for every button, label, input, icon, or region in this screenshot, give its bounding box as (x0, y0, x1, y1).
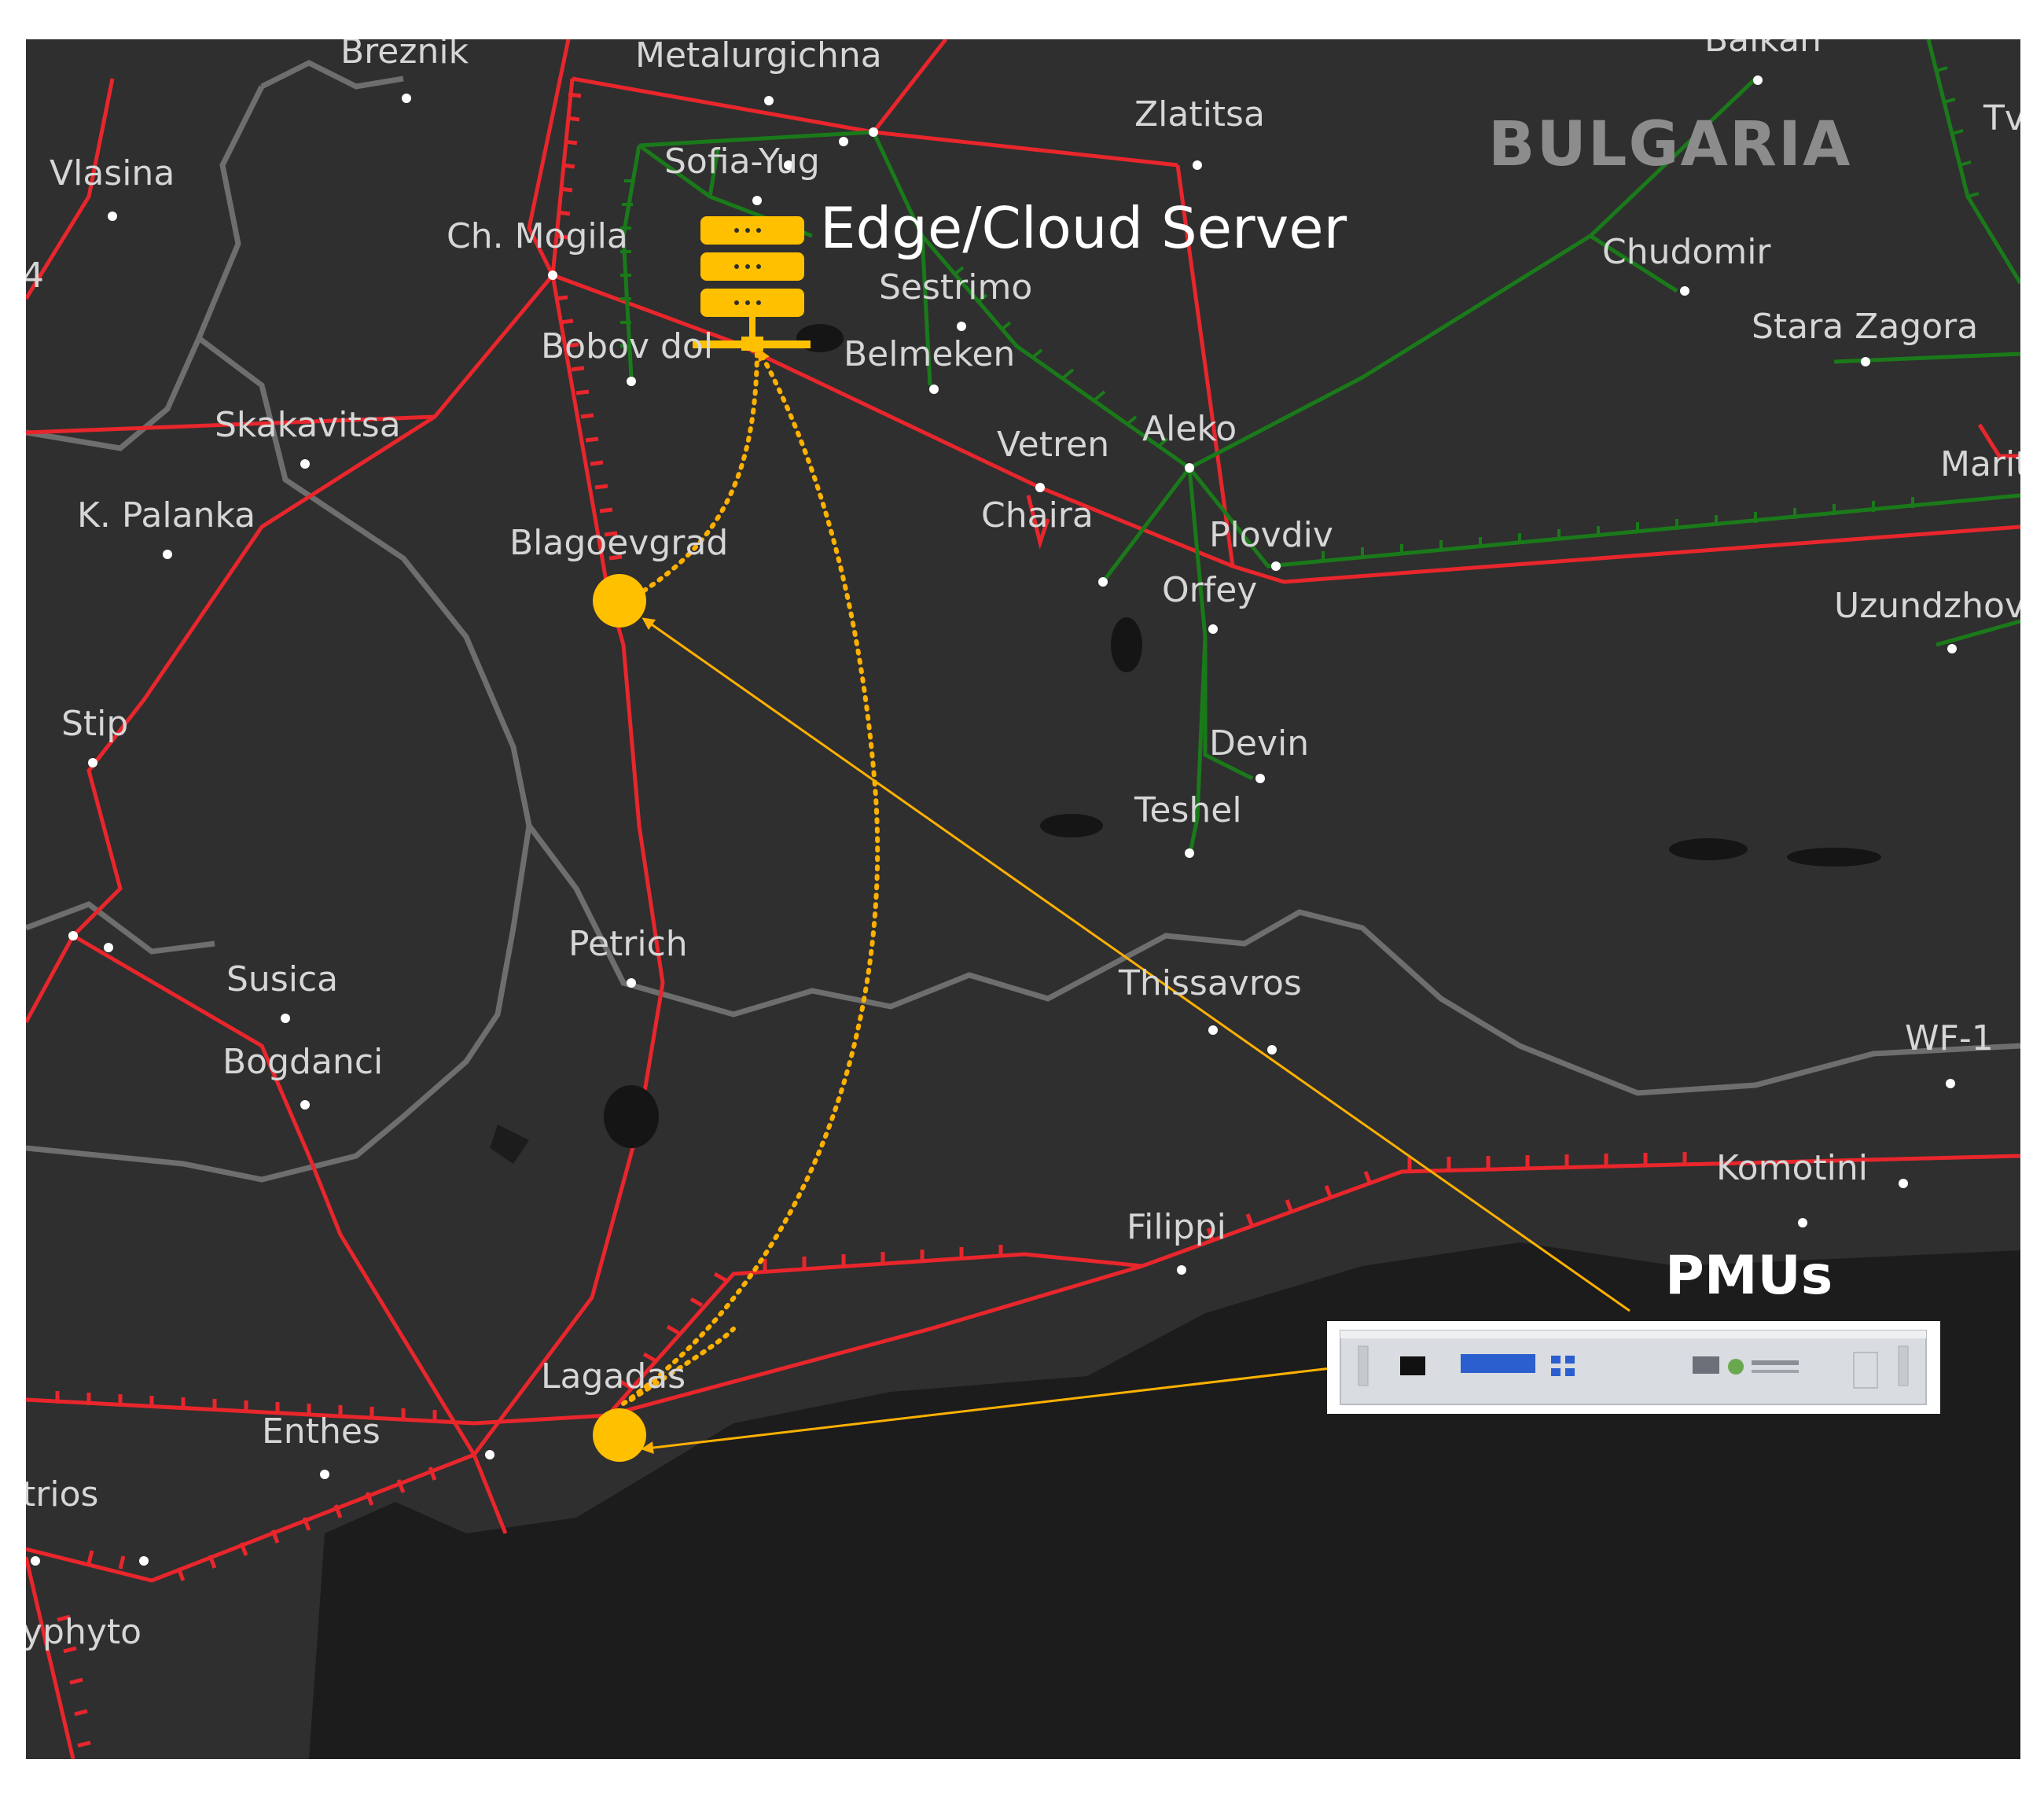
place-label: Stara Zagora (1752, 307, 1978, 347)
pmu-label: PMUs (1665, 1245, 1833, 1307)
place-label: Orfey (1162, 570, 1257, 610)
place-label: Vlasina (50, 153, 175, 193)
place-label: Chaira (981, 495, 1094, 535)
place-label: Metalurgichna (635, 39, 882, 75)
place-label: Sofia-Yug (664, 142, 820, 182)
place-label: Enthes (262, 1411, 380, 1452)
place-label: Chudomir (1602, 232, 1771, 272)
place-label: Susica (226, 959, 338, 999)
place-label: Blagoevgrad (509, 523, 728, 563)
pmu-device-image (1327, 1321, 1940, 1414)
place-label: Skakavitsa (215, 405, 401, 445)
place-label: 4 (26, 256, 44, 296)
place-label: yphyto (26, 1612, 142, 1652)
place-label: trios (26, 1474, 98, 1514)
place-label: K. Palanka (77, 495, 256, 535)
place-label: Teshel (1134, 790, 1242, 830)
place-label: Stip (61, 704, 128, 744)
place-label: Sestrimo (879, 267, 1032, 307)
place-label: Belmeken (844, 334, 1015, 374)
place-label: Petrich (568, 924, 688, 964)
place-label: Vetren (997, 425, 1109, 465)
place-label: Aleko (1142, 409, 1237, 449)
place-label: Breznik (340, 39, 469, 72)
place-label: Bogdanci (222, 1042, 383, 1082)
place-label: Balkan (1704, 39, 1822, 60)
place-label: Zlatitsa (1134, 94, 1265, 134)
place-label: Lagadas (541, 1356, 686, 1397)
place-label: WF-1 (1905, 1018, 1994, 1058)
server-label: Edge/Cloud Server (820, 195, 1347, 261)
place-label: Thissavros (1118, 963, 1302, 1003)
place-label: Bobov dol (541, 326, 713, 366)
place-label: Filippi (1127, 1207, 1226, 1247)
pmu-node-lagadas[interactable] (593, 1408, 646, 1462)
map-canvas[interactable]: Breznik Metalurgichna Zlatitsa Vlasina S… (26, 39, 2020, 1759)
place-label: Uzundzhov (1834, 586, 2020, 626)
place-label: Devin (1209, 723, 1309, 764)
place-label: Ch. Mogila (447, 216, 628, 256)
place-label: Tv (1983, 98, 2020, 138)
data-links-to-server (617, 340, 880, 1406)
pmu-node-blagoevgrad[interactable] (593, 574, 646, 627)
place-label: Marit (1940, 444, 2020, 484)
country-label: BULGARIA (1488, 109, 1851, 180)
place-label: Komotini (1716, 1148, 1868, 1188)
pmu-nodes (593, 574, 646, 1462)
place-label: Plovdiv (1209, 515, 1333, 555)
